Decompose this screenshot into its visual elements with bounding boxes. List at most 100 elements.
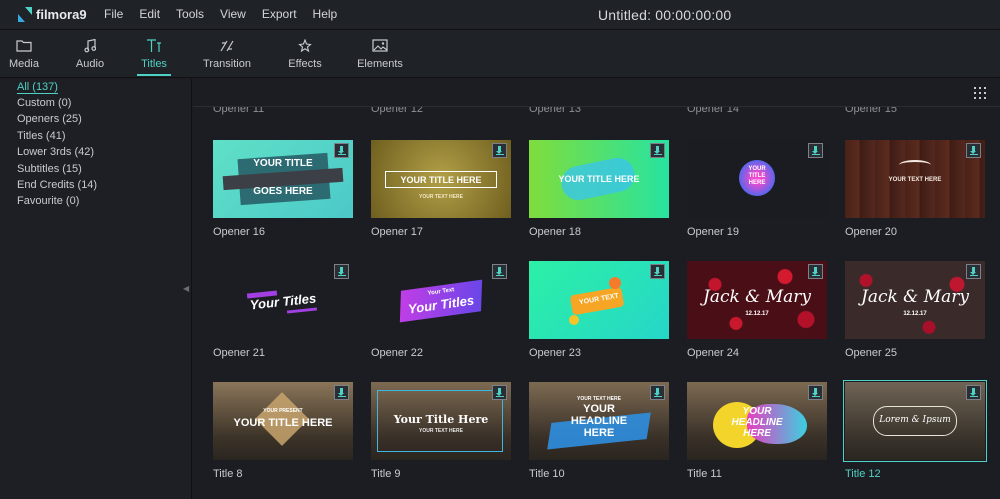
transition-icon	[200, 30, 254, 54]
item-label: Title 12	[845, 468, 881, 480]
category-end-credits[interactable]: End Credits (14)	[17, 179, 97, 191]
thumb-text: YOUR TEXT HERE	[577, 396, 621, 402]
thumbnail: YOUR TITLE HERE	[687, 140, 827, 218]
item-label: Opener 22	[371, 347, 423, 359]
thumbnail: YOUR TITLE GOES HERE	[213, 140, 353, 218]
category-custom[interactable]: Custom (0)	[17, 97, 71, 109]
thumb-text: 12.12.17	[745, 311, 769, 317]
thumbnail: Your Text Your Titles	[371, 261, 511, 339]
thumbnail: Your Title Here YOUR TEXT HERE	[371, 382, 511, 460]
tab-effects[interactable]: Effects	[285, 30, 325, 78]
thumb-text: YOUR TITLE HERE	[558, 174, 640, 184]
download-icon[interactable]	[334, 264, 349, 279]
item-label: Opener 25	[845, 347, 897, 359]
download-icon[interactable]	[966, 264, 981, 279]
item-label: Title 10	[529, 468, 565, 480]
item-label: Title 9	[371, 468, 401, 480]
logo-text: filmora9	[36, 7, 87, 22]
category-lower-thirds[interactable]: Lower 3rds (42)	[17, 146, 94, 158]
thumbnail: YOUR TEXT HERE	[845, 140, 985, 218]
menu-view[interactable]: View	[220, 7, 246, 21]
download-icon[interactable]	[650, 143, 665, 158]
thumb-text: Jack & Mary	[861, 287, 969, 307]
text-icon	[137, 30, 171, 54]
download-icon[interactable]	[334, 385, 349, 400]
thumb-text: YOUR TITLE HERE	[748, 166, 766, 186]
menu-bar: File Edit Tools View Export Help	[104, 7, 353, 21]
item-label: Opener 23	[529, 347, 581, 359]
download-icon[interactable]	[966, 385, 981, 400]
library-toolbar	[193, 79, 1000, 107]
category-all[interactable]: All (137)	[17, 81, 58, 94]
thumb-text: YOUR TITLE HERE	[233, 417, 333, 429]
download-icon[interactable]	[966, 143, 981, 158]
menu-file[interactable]: File	[104, 7, 123, 21]
music-note-icon	[72, 30, 108, 54]
tab-effects-label: Effects	[288, 58, 322, 70]
tab-titles-label: Titles	[141, 58, 167, 70]
tab-elements[interactable]: Elements	[355, 30, 405, 78]
thumb-text: YOUR TITLE	[253, 158, 313, 169]
tab-media[interactable]: Media	[6, 30, 42, 78]
folder-icon	[6, 30, 42, 54]
menu-help[interactable]: Help	[313, 7, 338, 21]
image-icon	[355, 30, 405, 54]
category-sidebar: All (137) Custom (0) Openers (25) Titles…	[0, 79, 192, 499]
download-icon[interactable]	[808, 264, 823, 279]
effects-sparkle-icon	[285, 30, 325, 54]
menu-export[interactable]: Export	[262, 7, 297, 21]
thumbnail: Lorem & Ipsum	[843, 380, 987, 462]
download-icon[interactable]	[492, 385, 507, 400]
category-favourite[interactable]: Favourite (0)	[17, 195, 79, 207]
tab-media-label: Media	[9, 58, 39, 70]
download-icon[interactable]	[492, 143, 507, 158]
thumb-text: Jack & Mary	[703, 287, 811, 307]
thumb-text: Lorem & Ipsum	[879, 415, 951, 425]
item-label: Title 11	[687, 468, 722, 480]
thumb-text: Your Titles	[249, 290, 317, 313]
app-logo: filmora9	[18, 7, 87, 22]
tab-audio-label: Audio	[75, 58, 105, 70]
thumbnail: YOUR TITLE HERE	[529, 140, 669, 218]
item-label: Opener 16	[213, 226, 265, 238]
thumb-text: YOUR PRESENT	[263, 408, 303, 414]
download-icon[interactable]	[808, 385, 823, 400]
thumbnail: Jack & Mary 12.12.17	[687, 261, 827, 339]
download-icon[interactable]	[650, 264, 665, 279]
download-icon[interactable]	[492, 264, 507, 279]
tab-transition[interactable]: Transition	[200, 30, 254, 78]
item-label: Opener 24	[687, 347, 739, 359]
tab-transition-label: Transition	[203, 58, 251, 70]
thumbnail: Jack & Mary 12.12.17	[845, 261, 985, 339]
thumb-text: YOUR TEXT HERE	[419, 194, 463, 200]
tab-elements-label: Elements	[357, 58, 403, 70]
category-titles[interactable]: Titles (41)	[17, 130, 66, 142]
title-bar: filmora9 File Edit Tools View Export Hel…	[0, 0, 1000, 30]
thumb-text: 12.12.17	[903, 311, 927, 317]
thumbnail: YOUR HEADLINE HERE	[687, 382, 827, 460]
thumb-text: YOUR TEXT HERE	[419, 428, 463, 434]
thumbnail: YOUR TITLE HERE YOUR TEXT HERE	[371, 140, 511, 218]
thumbnail: YOUR PRESENT YOUR TITLE HERE	[213, 382, 353, 460]
filmora-logo-icon	[18, 7, 32, 22]
download-icon[interactable]	[334, 143, 349, 158]
thumb-text: YOUR HEADLINE HERE	[570, 403, 628, 439]
menu-tools[interactable]: Tools	[176, 7, 204, 21]
tab-audio[interactable]: Audio	[72, 30, 108, 78]
category-openers[interactable]: Openers (25)	[17, 113, 82, 125]
tab-titles[interactable]: Titles	[137, 30, 171, 78]
item-label: Opener 20	[845, 226, 897, 238]
collapse-sidebar-icon[interactable]: ◀	[183, 284, 189, 293]
item-label: Opener 17	[371, 226, 423, 238]
item-label: Opener 18	[529, 226, 581, 238]
thumb-text: YOUR TEXT HERE	[888, 177, 942, 183]
download-icon[interactable]	[808, 143, 823, 158]
thumb-text: GOES HERE	[253, 186, 313, 197]
category-subtitles[interactable]: Subtitles (15)	[17, 163, 82, 175]
download-icon[interactable]	[650, 385, 665, 400]
menu-edit[interactable]: Edit	[139, 7, 160, 21]
thumbnail: YOUR TEXT HERE YOUR HEADLINE HERE	[529, 382, 669, 460]
thumbnail: YOUR TEXT	[529, 261, 669, 339]
grid-view-icon[interactable]	[974, 87, 986, 99]
item-label: Opener 21	[213, 347, 265, 359]
